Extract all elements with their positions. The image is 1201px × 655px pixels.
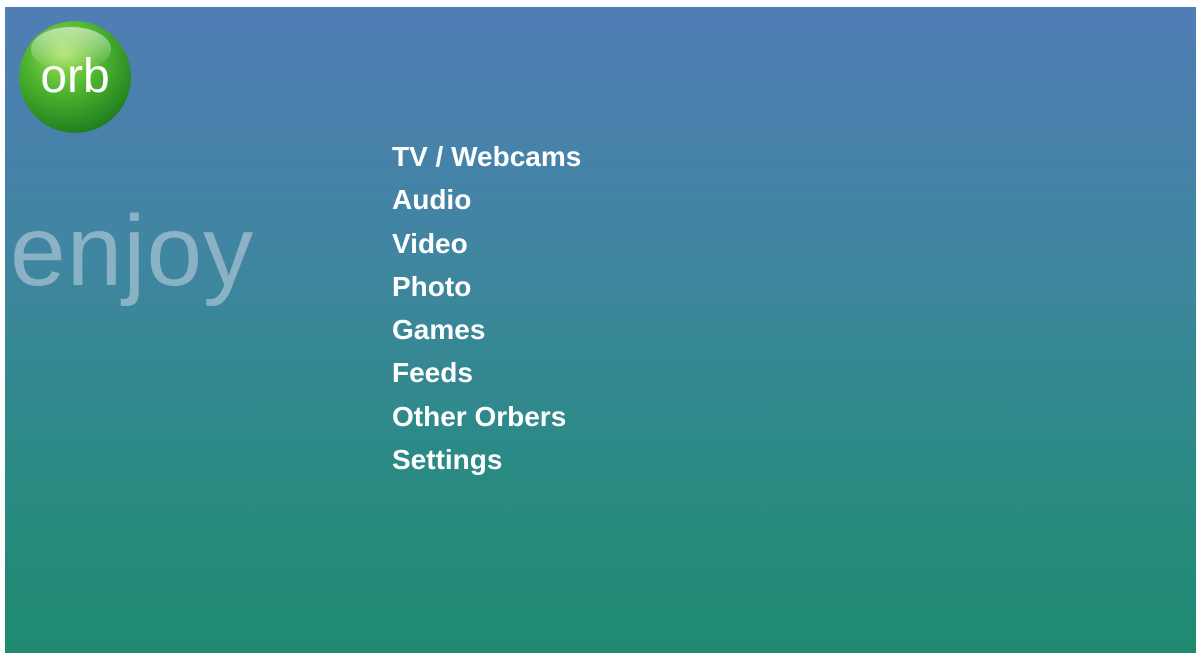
orb-logo-icon: orb: [17, 19, 133, 135]
tagline: enjoy: [10, 195, 255, 307]
menu-item-settings[interactable]: Settings: [392, 438, 581, 481]
menu-item-video[interactable]: Video: [392, 222, 581, 265]
menu-item-other-orbers[interactable]: Other Orbers: [392, 395, 581, 438]
main-menu: TV / Webcams Audio Video Photo Games Fee…: [392, 135, 581, 481]
menu-item-photo[interactable]: Photo: [392, 265, 581, 308]
menu-item-tv-webcams[interactable]: TV / Webcams: [392, 135, 581, 178]
orb-logo-text: orb: [40, 50, 109, 103]
menu-item-audio[interactable]: Audio: [392, 178, 581, 221]
menu-item-feeds[interactable]: Feeds: [392, 351, 581, 394]
main-screen: orb enjoy TV / Webcams Audio Video Photo…: [5, 7, 1196, 653]
menu-item-games[interactable]: Games: [392, 308, 581, 351]
